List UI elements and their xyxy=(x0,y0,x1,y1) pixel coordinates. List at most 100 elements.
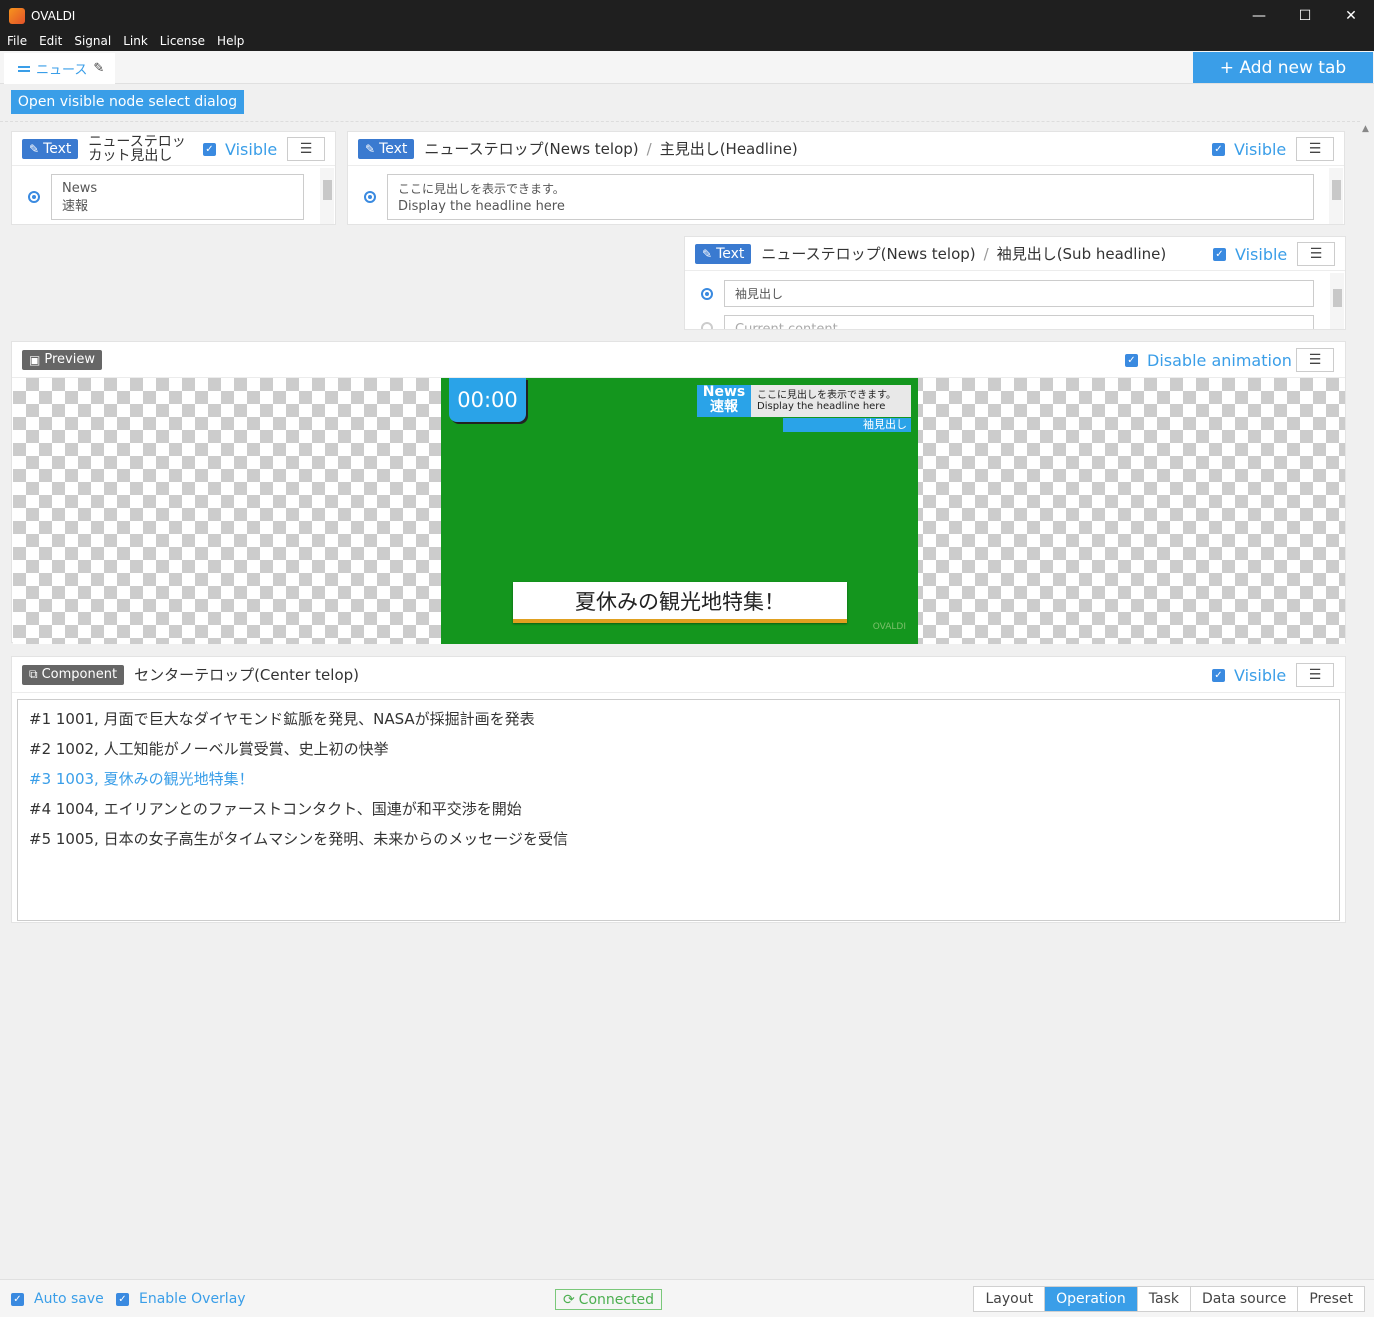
panel-menu-button[interactable]: ☰ xyxy=(1296,137,1334,161)
enable-overlay-toggle[interactable]: ✓ Enable Overlay xyxy=(116,1291,246,1307)
list-item[interactable]: #2 1002, 人工知能がノーベル賞受賞、史上初の快挙 xyxy=(29,734,1328,764)
visible-toggle[interactable]: ✓ Visible xyxy=(203,140,277,159)
visible-toggle[interactable]: ✓ Visible xyxy=(1212,666,1286,685)
drag-handle-icon[interactable] xyxy=(18,65,30,72)
new-value-radio[interactable] xyxy=(701,322,713,329)
news-cut-overlay: News 速報 xyxy=(697,385,751,417)
close-button[interactable]: ✕ xyxy=(1328,0,1374,31)
menu-help[interactable]: Help xyxy=(217,34,244,48)
disable-animation-toggle[interactable]: ✓ Disable animation xyxy=(1125,351,1292,370)
values-scrollbar[interactable] xyxy=(1330,273,1344,329)
list-item-selected[interactable]: #3 1003, 夏休みの観光地特集！ xyxy=(29,764,1328,794)
panel-header: ✎ Text ニューステロップ(News telop) / 主見出し(Headline… xyxy=(348,132,1344,166)
panel-sub-headline: ✎ Text ニューステロップ(News telop) / 袖見出し(Sub head… xyxy=(684,236,1346,330)
preview-canvas: 00:00 News 速報 ここに見出しを表示できます。 Display the… xyxy=(13,378,1345,644)
component-icon: ⧉ xyxy=(29,667,38,681)
panel-header: ✎ Text ニューステロップ(News telop) / 袖見出し(Sub head… xyxy=(685,237,1345,271)
tab-preset[interactable]: Preset xyxy=(1297,1287,1364,1311)
panel-menu-button[interactable]: ☰ xyxy=(1296,663,1334,687)
tab-data-source[interactable]: Data source xyxy=(1189,1287,1297,1311)
open-visible-node-dialog-button[interactable]: Open visible node select dialog xyxy=(11,90,244,114)
panel-title: ニューステロッ カット見出し xyxy=(88,133,186,164)
minimize-button[interactable]: — xyxy=(1236,0,1282,31)
refresh-icon: ⟳ xyxy=(562,1291,575,1308)
menu-link[interactable]: Link xyxy=(123,34,148,48)
panel-header: ⧉ Component センターテロップ(Center telop) ✓ Visi… xyxy=(12,657,1345,693)
component-badge: ⧉ Component xyxy=(22,664,125,685)
checkbox-checked-icon: ✓ xyxy=(116,1292,129,1306)
list-item[interactable]: #1 1001, 月面で巨大なダイヤモンド鉱脈を発見、NASAが採掘計画を発表 xyxy=(29,704,1328,734)
value-textarea[interactable]: ここに見出しを表示できます。 Display the headline here xyxy=(387,174,1314,220)
checkbox-checked-icon: ✓ xyxy=(203,143,216,156)
main-content: Open visible node select dialog ▲ ✎ Text … xyxy=(0,84,1374,1279)
values-scrollbar[interactable] xyxy=(320,168,334,224)
panel-header: ✎ Text ニューステロッ カット見出し ✓ Visible ☰ xyxy=(12,132,335,166)
preview-panel: ▣ Preview ✓ Disable animation ☰ 00:00 New… xyxy=(11,341,1346,644)
panel-menu-button[interactable]: ☰ xyxy=(1296,348,1334,372)
values-scrollbar[interactable] xyxy=(1329,168,1343,224)
menu-signal[interactable]: Signal xyxy=(74,34,111,48)
maximize-button[interactable]: ☐ xyxy=(1282,0,1328,31)
visible-toggle[interactable]: ✓ Visible xyxy=(1213,245,1287,264)
edit-icon[interactable]: ✎ xyxy=(93,61,104,76)
sub-headline-overlay: 袖見出し xyxy=(783,418,911,432)
text-badge: ✎ Text xyxy=(358,138,415,159)
value-radio[interactable] xyxy=(701,288,713,300)
panel-cut-headline: ✎ Text ニューステロッ カット見出し ✓ Visible ☰ News 速報 xyxy=(11,131,336,225)
pencil-icon: ✎ xyxy=(29,141,40,156)
headline-overlay: ここに見出しを表示できます。 Display the headline here xyxy=(751,385,911,417)
value-radio[interactable] xyxy=(364,191,376,203)
visible-toggle[interactable]: ✓ Visible xyxy=(1212,140,1286,159)
chroma-frame: 00:00 News 速報 ここに見出しを表示できます。 Display the… xyxy=(441,378,918,644)
list-item[interactable]: #4 1004, エイリアンとのファーストコンタクト、国連が和平交渉を開始 xyxy=(29,794,1328,824)
page-scrollbar[interactable]: ▲ xyxy=(1362,124,1372,134)
panel-menu-button[interactable]: ☰ xyxy=(1297,242,1335,266)
divider xyxy=(0,121,1360,122)
app-logo-icon xyxy=(9,7,25,24)
add-tab-button[interactable]: + Add new tab xyxy=(1193,52,1373,83)
tab-layout[interactable]: Layout xyxy=(974,1287,1044,1311)
new-value-input[interactable]: Current content xyxy=(724,315,1314,329)
tab-task[interactable]: Task xyxy=(1136,1287,1190,1311)
value-textarea[interactable]: News 速報 xyxy=(51,174,304,220)
pencil-icon: ✎ xyxy=(702,246,713,261)
component-panel: ⧉ Component センターテロップ(Center telop) ✓ Visi… xyxy=(11,656,1346,923)
auto-save-toggle[interactable]: ✓ Auto save xyxy=(11,1291,104,1307)
panel-headline: ✎ Text ニューステロップ(News telop) / 主見出し(Headline… xyxy=(347,131,1345,225)
title-bar: OVALDI — ☐ ✕ xyxy=(0,0,1374,31)
breadcrumb: ニューステロップ(News telop) / 主見出し(Headline) xyxy=(424,140,798,158)
clock-overlay: 00:00 xyxy=(449,378,526,422)
value-radio[interactable] xyxy=(28,191,40,203)
tab-row: ニュース ✎ + Add new tab xyxy=(0,51,1374,84)
menu-license[interactable]: License xyxy=(160,34,205,48)
panel-menu-button[interactable]: ☰ xyxy=(287,137,325,161)
tab-operation[interactable]: Operation xyxy=(1044,1287,1137,1311)
panel-header: ▣ Preview ✓ Disable animation ☰ xyxy=(12,342,1345,378)
tab-news[interactable]: ニュース ✎ xyxy=(4,53,115,84)
watermark-logo: OVALDI xyxy=(872,622,906,632)
menu-bar: File Edit Signal Link License Help xyxy=(0,31,1374,51)
image-icon: ▣ xyxy=(29,352,41,367)
center-telop-overlay: 夏休みの観光地特集！ xyxy=(513,582,847,623)
breadcrumb: ニューステロップ(News telop) / 袖見出し(Sub headline) xyxy=(761,245,1167,263)
tab-label: ニュース xyxy=(36,63,88,78)
app-title: OVALDI xyxy=(31,8,76,23)
value-textarea[interactable]: 袖見出し xyxy=(724,280,1314,307)
window-controls: — ☐ ✕ xyxy=(1236,0,1374,31)
component-item-list: #1 1001, 月面で巨大なダイヤモンド鉱脈を発見、NASAが採掘計画を発表 … xyxy=(17,699,1340,921)
list-item[interactable]: #5 1005, 日本の女子高生がタイムマシンを発明、未来からのメッセージを受信 xyxy=(29,824,1328,854)
checkbox-checked-icon: ✓ xyxy=(1212,669,1225,682)
menu-edit[interactable]: Edit xyxy=(39,34,62,48)
pencil-icon: ✎ xyxy=(365,141,376,156)
checkbox-checked-icon: ✓ xyxy=(1212,143,1225,156)
preview-badge: ▣ Preview xyxy=(22,349,102,370)
checkbox-checked-icon: ✓ xyxy=(1213,248,1226,261)
component-title: センターテロップ(Center telop) xyxy=(134,666,359,684)
connection-status-badge: ⟳ Connected xyxy=(555,1289,662,1310)
checkbox-checked-icon: ✓ xyxy=(1125,354,1138,367)
status-bar: ✓ Auto save ✓ Enable Overlay ⟳ Connected… xyxy=(0,1279,1374,1317)
checkbox-checked-icon: ✓ xyxy=(11,1292,24,1306)
mode-tabs: Layout Operation Task Data source Preset xyxy=(973,1286,1365,1312)
text-badge: ✎ Text xyxy=(695,243,752,264)
menu-file[interactable]: File xyxy=(7,34,27,48)
